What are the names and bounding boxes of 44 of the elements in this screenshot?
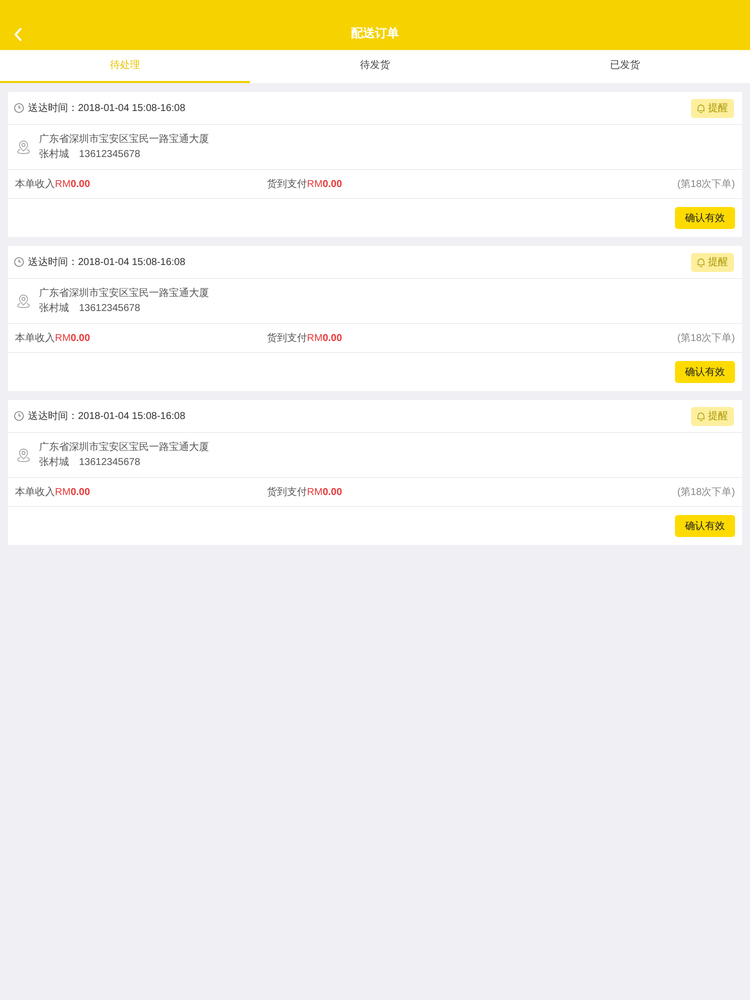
- delivery-time: 送达时间：2018-01-04 15:08-16:08: [28, 102, 186, 116]
- confirm-button[interactable]: 确认有效: [675, 207, 735, 229]
- income-amount: RM0.00: [55, 486, 90, 500]
- cod-amount: RM0.00: [307, 178, 342, 192]
- bell-icon: [697, 412, 705, 420]
- phone-number: 13612345678: [79, 302, 140, 314]
- address: 广东省深圳市宝安区宝民一路宝通大厦: [39, 288, 209, 300]
- clock-icon: [14, 257, 24, 267]
- page-title: 配送订单: [351, 25, 399, 42]
- phone-number: 13612345678: [79, 456, 140, 468]
- order-count: (第18次下单): [677, 486, 735, 500]
- location-pin-icon: [17, 448, 30, 462]
- phone-number: 13612345678: [79, 148, 140, 160]
- income-label: 本单收入: [15, 332, 55, 346]
- address: 广东省深圳市宝安区宝民一路宝通大厦: [39, 134, 209, 146]
- contact-name: 张村城: [39, 456, 69, 468]
- cod-label: 货到支付: [267, 486, 307, 500]
- back-chevron-icon: [14, 28, 22, 40]
- income-amount: RM0.00: [55, 332, 90, 346]
- cod-amount: RM0.00: [307, 332, 342, 346]
- clock-icon: [14, 103, 24, 113]
- confirm-button[interactable]: 确认有效: [675, 361, 735, 383]
- cod-amount: RM0.00: [307, 486, 342, 500]
- bell-icon: [697, 104, 705, 112]
- confirm-button[interactable]: 确认有效: [675, 515, 735, 537]
- order-count: (第18次下单): [677, 332, 735, 346]
- tab[interactable]: 待发货: [250, 50, 500, 83]
- bell-icon: [697, 258, 705, 266]
- location-pin-icon: [17, 140, 30, 154]
- back-button[interactable]: [12, 26, 24, 42]
- order-count: (第18次下单): [677, 178, 735, 192]
- clock-icon: [14, 411, 24, 421]
- cod-label: 货到支付: [267, 178, 307, 192]
- delivery-time: 送达时间：2018-01-04 15:08-16:08: [28, 410, 186, 424]
- income-label: 本单收入: [15, 486, 55, 500]
- contact-name: 张村城: [39, 302, 69, 314]
- contact-name: 张村城: [39, 148, 69, 160]
- income-amount: RM0.00: [55, 178, 90, 192]
- cod-label: 货到支付: [267, 332, 307, 346]
- income-label: 本单收入: [15, 178, 55, 192]
- address: 广东省深圳市宝安区宝民一路宝通大厦: [39, 442, 209, 454]
- delivery-time: 送达时间：2018-01-04 15:08-16:08: [28, 256, 186, 270]
- location-pin-icon: [17, 294, 30, 308]
- tab[interactable]: 已发货: [500, 50, 750, 83]
